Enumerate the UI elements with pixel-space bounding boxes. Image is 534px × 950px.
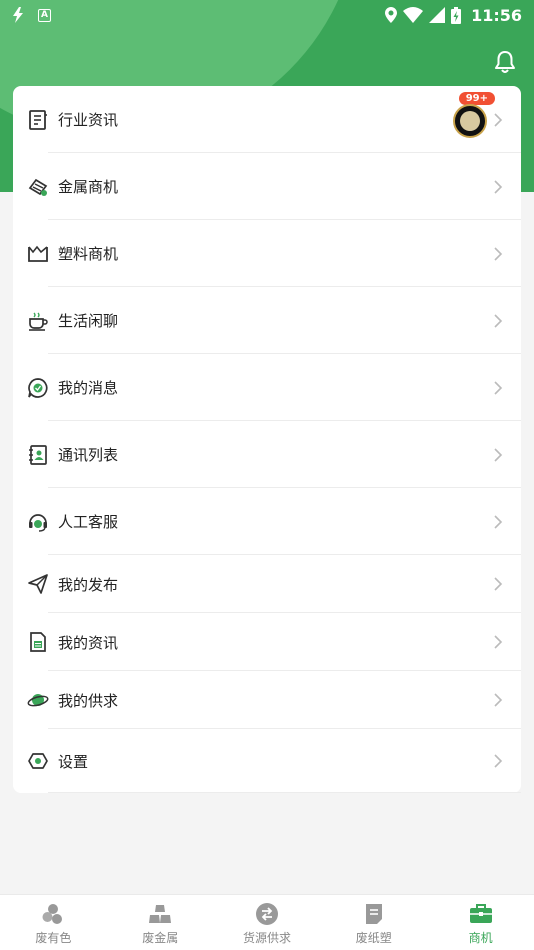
tab-label: 废有色	[35, 931, 72, 945]
menu-item-contacts[interactable]: 通讯列表	[13, 421, 521, 488]
news-icon	[29, 109, 47, 130]
chevron-right-icon	[494, 246, 503, 261]
bottom-tab-bar: 废有色 废金属 货源供求 废纸塑 商机	[0, 894, 534, 950]
tab-label: 废纸塑	[355, 931, 392, 945]
tab-paper-plastic[interactable]: 废纸塑	[320, 895, 427, 950]
headset-icon	[29, 513, 47, 532]
document-icon	[30, 632, 46, 652]
chevron-right-icon	[494, 380, 503, 395]
menu-item-metal-opportunities[interactable]: 金属商机	[13, 153, 521, 220]
tab-business[interactable]: 商机	[427, 895, 534, 950]
settings-icon	[28, 753, 48, 769]
planet-icon	[27, 694, 49, 707]
menu-item-my-supply-demand[interactable]: 我的供求	[13, 671, 521, 729]
menu-item-label: 行业资讯	[58, 111, 119, 129]
menu-item-plastic-opportunities[interactable]: 塑料商机	[13, 220, 521, 287]
menu-item-my-news[interactable]: 我的资讯	[13, 613, 521, 671]
signal-icon	[429, 7, 446, 23]
menu-item-label: 生活闲聊	[58, 312, 119, 330]
plastic-box-icon	[28, 245, 48, 262]
metal-icon	[149, 905, 172, 923]
menu-item-label: 通讯列表	[58, 446, 119, 464]
menu-item-label: 设置	[58, 752, 89, 771]
metal-bars-icon	[28, 178, 48, 196]
chevron-right-icon	[494, 577, 503, 591]
location-icon	[385, 7, 398, 23]
menu-item-label: 我的资讯	[58, 633, 119, 652]
menu-item-customer-service[interactable]: 人工客服	[13, 488, 521, 555]
chevron-right-icon	[494, 447, 503, 462]
tab-metal[interactable]: 废金属	[107, 895, 214, 950]
status-time: 11:56	[471, 5, 522, 25]
menu-item-label: 塑料商机	[58, 245, 119, 263]
a-icon: A	[38, 8, 51, 22]
paper-plane-icon	[28, 574, 48, 594]
tab-label: 商机	[468, 931, 493, 945]
chevron-right-icon	[494, 514, 503, 529]
contacts-icon	[29, 444, 47, 465]
coffee-icon	[29, 312, 48, 331]
chevron-right-icon	[494, 635, 503, 649]
menu-item-my-posts[interactable]: 我的发布	[13, 555, 521, 613]
bell-icon[interactable]	[494, 50, 516, 74]
menu-card: 行业资讯 99+ 金属商机 塑料商机 生活闲聊 我的消息 通讯列表 人工客服 我…	[13, 86, 521, 793]
tab-label: 废金属	[142, 931, 179, 945]
flash-icon	[13, 7, 23, 23]
chevron-right-icon	[494, 313, 503, 328]
paper-icon	[365, 904, 382, 924]
chevron-right-icon	[494, 112, 503, 127]
menu-item-label: 我的消息	[58, 379, 119, 397]
battery-charging-icon	[451, 6, 462, 24]
tab-supply-demand[interactable]: 货源供求	[214, 895, 321, 950]
divider	[48, 792, 521, 793]
status-bar: A 11:56	[0, 0, 534, 30]
chat-bubble-icon	[28, 377, 48, 398]
menu-item-label: 金属商机	[58, 178, 119, 196]
tab-nonferrous[interactable]: 废有色	[0, 895, 107, 950]
menu-item-my-messages[interactable]: 我的消息	[13, 354, 521, 421]
tab-label: 货源供求	[242, 931, 291, 945]
chevron-right-icon	[494, 754, 503, 768]
chevron-right-icon	[494, 693, 503, 707]
briefcase-icon	[469, 904, 492, 923]
wifi-icon	[403, 7, 424, 23]
notification-badge: 99+	[458, 92, 495, 105]
nonferrous-icon	[42, 904, 63, 924]
avatar[interactable]	[453, 104, 487, 138]
menu-item-life-chat[interactable]: 生活闲聊	[13, 287, 521, 354]
menu-item-industry-news[interactable]: 行业资讯 99+	[13, 86, 521, 153]
menu-item-label: 人工客服	[58, 513, 119, 531]
menu-item-label: 我的供求	[58, 691, 119, 710]
exchange-icon	[255, 903, 278, 925]
chevron-right-icon	[494, 179, 503, 194]
menu-item-settings[interactable]: 设置	[13, 729, 521, 793]
menu-item-label: 我的发布	[58, 575, 119, 594]
